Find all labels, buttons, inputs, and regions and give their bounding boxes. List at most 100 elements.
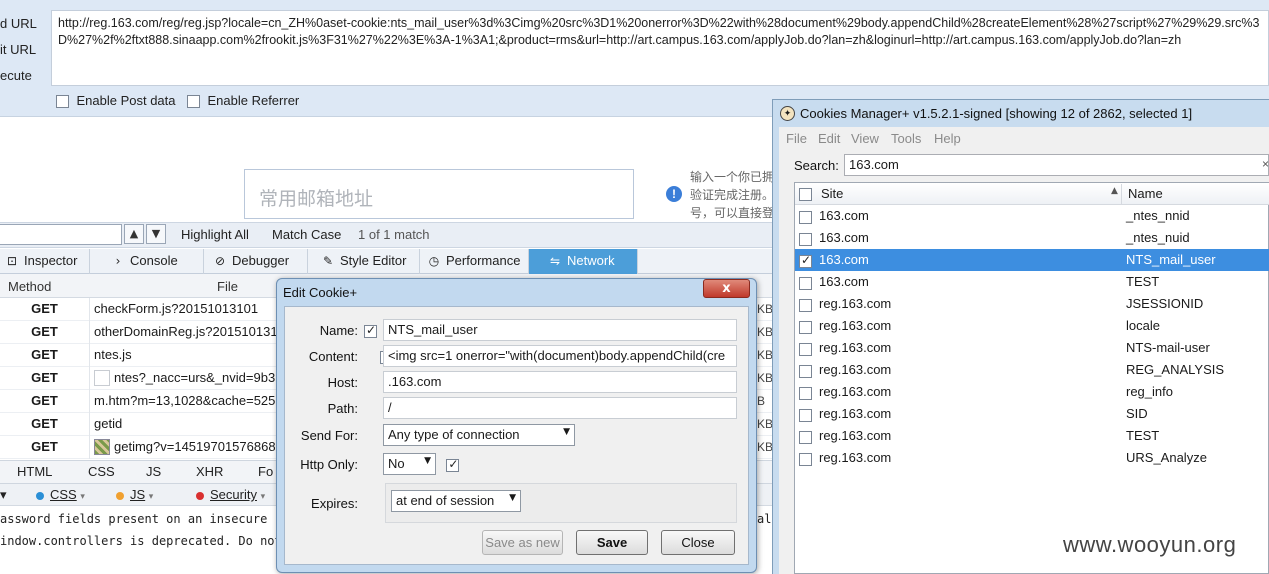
select-all-checkbox[interactable] [799, 187, 812, 202]
column-file[interactable]: File [217, 279, 238, 294]
cookie-row-checkbox[interactable] [799, 431, 812, 445]
cookie-name: reg_info [1126, 384, 1173, 399]
url-textarea[interactable]: http://reg.163.com/reg/reg.jsp?locale=cn… [51, 10, 1269, 86]
cookie-row-checkbox[interactable] [799, 299, 812, 313]
request-method: GET [0, 436, 90, 459]
console-filter-css[interactable]: CSS ▾ [36, 487, 85, 502]
filter-xhr[interactable]: XHR [196, 464, 223, 479]
column-method[interactable]: Method [8, 279, 51, 294]
request-size: KB [757, 302, 774, 316]
cookie-row[interactable]: 163.com _ntes_nnid [795, 205, 1269, 227]
cookie-site: 163.com [819, 208, 869, 223]
search-input[interactable]: 163.com [844, 154, 1269, 176]
enable-referrer-checkbox[interactable] [187, 95, 200, 109]
http-only-checkbox[interactable] [446, 457, 460, 473]
cookie-row-checkbox[interactable] [799, 387, 812, 401]
send-for-select[interactable]: Any type of connection ▼ [383, 424, 575, 446]
cookie-row[interactable]: 163.com _ntes_nuid [795, 227, 1269, 249]
split-url-label[interactable]: it URL [0, 42, 36, 57]
find-previous-button[interactable]: ▲ [124, 224, 144, 244]
menu-view[interactable]: View [851, 131, 879, 146]
content-label: Content: [308, 349, 358, 364]
name-field[interactable]: NTS_mail_user [383, 319, 737, 341]
tab-performance[interactable]: ◷ Performance [422, 249, 529, 274]
menu-edit[interactable]: Edit [818, 131, 840, 146]
find-input[interactable] [0, 224, 122, 245]
cookie-name: TEST [1126, 274, 1160, 289]
cookie-row-checkbox[interactable] [799, 211, 812, 225]
tab-network[interactable]: ⇋ Network [529, 249, 638, 274]
console-filter-js[interactable]: JS ▾ [116, 487, 153, 502]
cookie-row[interactable]: reg.163.com TEST [795, 425, 1269, 447]
dropdown-arrow-icon: ▼ [424, 456, 431, 466]
content-field[interactable]: <img src=1 onerror="with(document)body.a… [383, 345, 737, 367]
cookie-row[interactable]: reg.163.com NTS-mail-user [795, 337, 1269, 359]
cookie-row-checkbox[interactable] [799, 365, 812, 379]
request-file: ntes.js [94, 347, 132, 362]
tab-debugger-label: Debugger [232, 253, 290, 268]
cookie-row-checkbox[interactable] [799, 253, 812, 269]
expires-select[interactable]: at end of session ▼ [391, 490, 521, 512]
request-size: KB [757, 348, 774, 362]
cookie-site: reg.163.com [819, 428, 892, 443]
load-url-label[interactable]: d URL [0, 16, 37, 31]
request-size: KB [757, 417, 774, 431]
menu-tools[interactable]: Tools [891, 131, 921, 146]
hint-line-3: 号，可以直接登 [690, 206, 775, 220]
enable-post-option[interactable]: Enable Post data [56, 93, 176, 109]
cookie-row-checkbox[interactable] [799, 277, 812, 291]
host-field[interactable]: .163.com [383, 371, 737, 393]
cookie-name: locale [1126, 318, 1160, 333]
request-file: otherDomainReg.js?201510131 [94, 324, 278, 339]
tab-debugger[interactable]: ⊘ Debugger [208, 249, 308, 274]
tab-style-editor[interactable]: ✎ Style Editor [316, 249, 420, 274]
cookie-row-checkbox[interactable] [799, 321, 812, 335]
email-input[interactable]: 常用邮箱地址 [244, 169, 634, 219]
name-checkbox[interactable] [364, 323, 377, 339]
console-filter-security[interactable]: Security ▾ [196, 487, 265, 502]
close-button[interactable]: Close [661, 530, 735, 555]
execute-label[interactable]: ecute [0, 68, 32, 83]
tab-inspector[interactable]: ⊡ Inspector [0, 249, 90, 274]
path-field[interactable]: / [383, 397, 737, 419]
host-label: Host: [327, 375, 358, 390]
filter-fonts[interactable]: Fo [258, 464, 273, 479]
find-next-button[interactable]: ▼ [146, 224, 166, 244]
cookie-row-selected[interactable]: 163.com NTS_mail_user [795, 249, 1269, 271]
filter-css[interactable]: CSS [88, 464, 115, 479]
column-site[interactable]: Site [821, 186, 843, 201]
cookie-row-checkbox[interactable] [799, 233, 812, 247]
menu-help[interactable]: Help [934, 131, 961, 146]
enable-referrer-option[interactable]: Enable Referrer [187, 93, 300, 109]
menu-file[interactable]: File [786, 131, 807, 146]
request-file: getimg?v=14519701576868 [114, 439, 276, 454]
cookie-name: REG_ANALYSIS [1126, 362, 1225, 377]
enable-post-checkbox[interactable] [56, 95, 69, 109]
cookie-row-checkbox[interactable] [799, 343, 812, 357]
column-name[interactable]: Name [1128, 186, 1163, 201]
filter-js[interactable]: JS [146, 464, 161, 479]
cookie-row[interactable]: reg.163.com reg_info [795, 381, 1269, 403]
save-as-new-button[interactable]: Save as new [482, 530, 563, 555]
enable-referrer-label: Enable Referrer [207, 93, 300, 108]
highlight-all-toggle[interactable]: Highlight All [181, 227, 249, 242]
cookie-row[interactable]: reg.163.com locale [795, 315, 1269, 337]
cookie-row-checkbox[interactable] [799, 409, 812, 423]
cookie-row[interactable]: 163.com TEST [795, 271, 1269, 293]
match-case-toggle[interactable]: Match Case [272, 227, 341, 242]
tab-console[interactable]: › Console [106, 249, 204, 274]
cookie-row[interactable]: reg.163.com REG_ANALYSIS [795, 359, 1269, 381]
request-size: KB [757, 325, 774, 339]
cookie-row-checkbox[interactable] [799, 453, 812, 467]
cookie-row[interactable]: reg.163.com URS_Analyze [795, 447, 1269, 469]
save-button[interactable]: Save [576, 530, 648, 555]
send-for-value: Any type of connection [388, 427, 520, 442]
close-icon[interactable]: x [703, 279, 750, 298]
http-only-label: Http Only: [300, 457, 358, 472]
cookie-row[interactable]: reg.163.com JSESSIONID [795, 293, 1269, 315]
request-size: KB [757, 371, 774, 385]
cookie-row[interactable]: reg.163.com SID [795, 403, 1269, 425]
clear-search-icon[interactable]: × [1262, 157, 1269, 171]
http-only-select[interactable]: No ▼ [383, 453, 436, 475]
filter-html[interactable]: HTML [17, 464, 52, 479]
